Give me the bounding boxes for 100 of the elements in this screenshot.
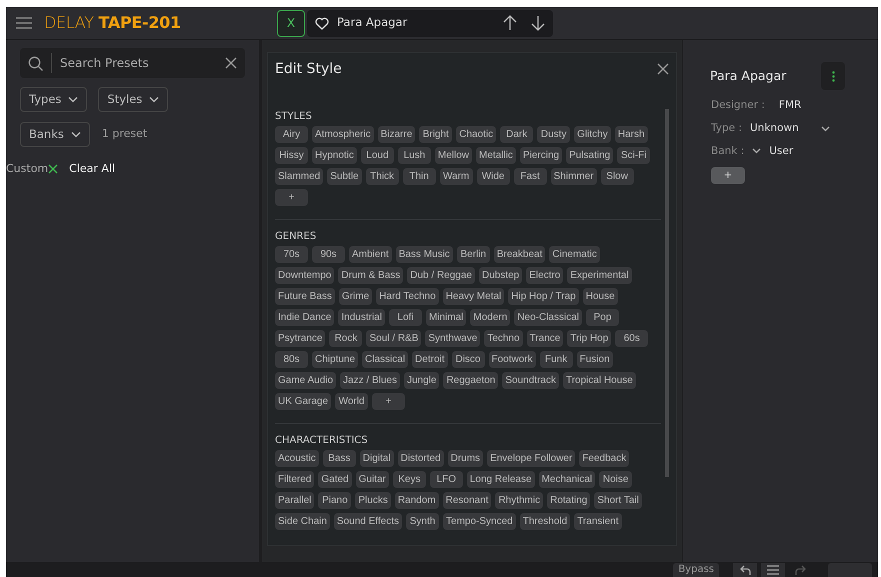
style-tag[interactable]: Cinematic bbox=[549, 246, 600, 263]
style-tag[interactable]: Drums bbox=[448, 450, 484, 467]
style-tag[interactable]: Footwork bbox=[488, 351, 536, 368]
style-tag[interactable]: Dusty bbox=[537, 126, 570, 143]
preset-selector[interactable]: Para Apagar bbox=[307, 10, 553, 36]
style-tag[interactable]: World bbox=[335, 393, 368, 410]
close-icon[interactable] bbox=[225, 57, 237, 69]
style-tag[interactable]: 70s bbox=[275, 246, 308, 263]
style-tag[interactable]: Noise bbox=[599, 471, 632, 488]
style-tag[interactable]: Envelope Follower bbox=[487, 450, 576, 467]
style-tag[interactable]: Slammed bbox=[275, 168, 324, 185]
style-tag[interactable]: Dubstep bbox=[478, 267, 522, 284]
style-tag[interactable]: Gated bbox=[318, 471, 352, 488]
style-tag[interactable]: 90s bbox=[312, 246, 345, 263]
add-button[interactable]: + bbox=[711, 167, 745, 184]
style-tag[interactable]: Psytrance bbox=[275, 330, 326, 347]
style-tag[interactable]: Thin bbox=[402, 168, 436, 185]
style-tag[interactable]: Bizarre bbox=[378, 126, 416, 143]
arrow-up-icon[interactable] bbox=[503, 15, 517, 31]
style-tag[interactable]: Transient bbox=[574, 513, 622, 530]
style-tag[interactable]: Hip Hop / Trap bbox=[508, 288, 579, 305]
style-tag[interactable]: Synth bbox=[406, 513, 440, 530]
scrollbar-thumb[interactable] bbox=[665, 109, 669, 477]
style-tag[interactable]: Thick bbox=[366, 168, 399, 185]
style-tag[interactable]: Hard Techno bbox=[376, 288, 439, 305]
menu-icon[interactable] bbox=[767, 564, 779, 574]
style-tag[interactable]: Ambient bbox=[349, 246, 392, 263]
style-tag[interactable]: Grime bbox=[338, 288, 372, 305]
style-tag[interactable]: LFO bbox=[430, 471, 463, 488]
bypass-button[interactable]: Bypass bbox=[673, 562, 719, 576]
style-tag[interactable]: Industrial bbox=[338, 309, 385, 326]
style-tag[interactable]: Breakbeat bbox=[494, 246, 546, 263]
style-tag[interactable]: Mellow bbox=[434, 147, 472, 164]
style-tag[interactable]: Subtle bbox=[327, 168, 362, 185]
style-tag[interactable]: Plucks bbox=[355, 492, 391, 509]
style-tag[interactable]: Airy bbox=[275, 126, 308, 143]
style-tag[interactable]: Detroit bbox=[412, 351, 448, 368]
style-tag[interactable]: Loud bbox=[360, 147, 394, 164]
style-tag[interactable]: Soundtrack bbox=[502, 372, 559, 389]
style-tag[interactable]: Bass bbox=[322, 450, 356, 467]
menu-icon[interactable] bbox=[16, 17, 32, 29]
chevron-down-icon[interactable] bbox=[820, 126, 830, 132]
style-tag[interactable]: Distorted bbox=[398, 450, 444, 467]
style-tag[interactable]: Lofi bbox=[388, 309, 422, 326]
style-tag[interactable]: Bright bbox=[419, 126, 452, 143]
style-tag[interactable]: Chaotic bbox=[456, 126, 496, 143]
style-tag[interactable]: Jazz / Blues bbox=[340, 372, 400, 389]
style-tag[interactable]: Piercing bbox=[520, 147, 562, 164]
style-tag[interactable]: Soul / R&B bbox=[366, 330, 422, 347]
arrow-down-icon[interactable] bbox=[531, 15, 545, 31]
style-tag[interactable]: Threshold bbox=[520, 513, 570, 530]
style-tag[interactable]: Future Bass bbox=[275, 288, 335, 305]
style-tag[interactable]: Hissy bbox=[275, 147, 308, 164]
style-tag[interactable]: Pulsating bbox=[566, 147, 614, 164]
style-tag[interactable]: Sci-Fi bbox=[617, 147, 650, 164]
style-tag[interactable]: Indie Dance bbox=[275, 309, 334, 326]
style-tag[interactable]: Guitar bbox=[356, 471, 389, 488]
remove-icon[interactable] bbox=[48, 164, 58, 174]
style-tag[interactable]: Filtered bbox=[275, 471, 314, 488]
style-tag[interactable]: Game Audio bbox=[275, 372, 336, 389]
style-tag[interactable]: Harsh bbox=[614, 126, 648, 143]
clear-all-link[interactable]: Clear All bbox=[69, 161, 116, 178]
style-tag[interactable]: Modern bbox=[470, 309, 510, 326]
style-tag[interactable]: Berlin bbox=[456, 246, 490, 263]
style-tag[interactable]: Trip Hop bbox=[567, 330, 612, 347]
style-tag[interactable]: Atmospheric bbox=[312, 126, 374, 143]
filter-chip[interactable]: Custom bbox=[6, 161, 58, 178]
filter-dropdown[interactable]: Banks bbox=[20, 122, 90, 147]
style-tag[interactable]: Rhythmic bbox=[495, 492, 544, 509]
style-tag[interactable]: Slow bbox=[600, 168, 634, 185]
style-tag[interactable]: Tempo-Synced bbox=[443, 513, 516, 530]
add-tag-button[interactable]: + bbox=[275, 189, 308, 206]
style-tag[interactable]: Chiptune bbox=[312, 351, 358, 368]
filter-dropdown[interactable]: Styles bbox=[98, 87, 168, 112]
style-tag[interactable]: House bbox=[582, 288, 618, 305]
filter-dropdown[interactable]: Types bbox=[20, 87, 88, 112]
style-tag[interactable]: Lush bbox=[398, 147, 431, 164]
style-tag[interactable]: Sound Effects bbox=[334, 513, 402, 530]
search-input[interactable]: Search Presets bbox=[51, 53, 217, 73]
search-field[interactable]: Search Presets bbox=[20, 48, 245, 78]
style-tag[interactable]: Downtempo bbox=[275, 267, 334, 284]
style-tag[interactable]: Resonant bbox=[442, 492, 492, 509]
style-tag[interactable]: Glitchy bbox=[574, 126, 611, 143]
style-tag[interactable]: UK Garage bbox=[275, 393, 332, 410]
style-tag[interactable]: Piano bbox=[318, 492, 352, 509]
style-tag[interactable]: Fusion bbox=[576, 351, 613, 368]
style-tag[interactable]: Reggaeton bbox=[443, 372, 498, 389]
style-tag[interactable]: Synthwave bbox=[425, 330, 480, 347]
style-tag[interactable]: Digital bbox=[360, 450, 394, 467]
style-tag[interactable]: Rotating bbox=[547, 492, 590, 509]
style-tag[interactable]: Hypnotic bbox=[312, 147, 357, 164]
style-tag[interactable]: Dub / Reggae bbox=[407, 267, 475, 284]
style-tag[interactable]: Shimmer bbox=[550, 168, 597, 185]
style-tag[interactable]: Fast bbox=[514, 168, 547, 185]
style-tag[interactable]: Techno bbox=[484, 330, 523, 347]
undo-icon[interactable] bbox=[740, 564, 750, 574]
style-tag[interactable]: Minimal bbox=[426, 309, 466, 326]
style-tag[interactable]: Electro bbox=[526, 267, 564, 284]
chevron-down-icon[interactable] bbox=[752, 148, 762, 154]
style-tag[interactable]: Random bbox=[394, 492, 439, 509]
